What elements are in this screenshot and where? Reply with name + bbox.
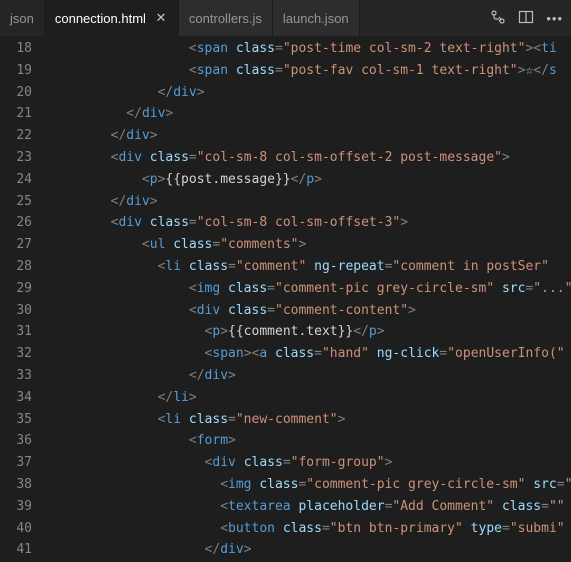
- code-line: <img class="comment-pic grey-circle-sm" …: [48, 474, 571, 496]
- line-number: 31: [0, 321, 32, 343]
- line-number: 35: [0, 409, 32, 431]
- code-line: <p>{{comment.text}}</p>: [48, 321, 571, 343]
- more-icon[interactable]: •••: [546, 11, 563, 26]
- tab-json[interactable]: json: [0, 0, 45, 36]
- code-line: </div>: [48, 365, 571, 387]
- tab-launch[interactable]: launch.json: [273, 0, 360, 36]
- code-line: <div class="col-sm-8 col-sm-offset-2 pos…: [48, 147, 571, 169]
- line-number: 41: [0, 539, 32, 561]
- tab-connection[interactable]: connection.html ✕: [45, 0, 179, 36]
- line-number: 18: [0, 38, 32, 60]
- code-line: <div class="col-sm-8 col-sm-offset-3">: [48, 212, 571, 234]
- line-number: 40: [0, 518, 32, 540]
- line-number: 23: [0, 147, 32, 169]
- line-number: 25: [0, 191, 32, 213]
- line-number: 20: [0, 82, 32, 104]
- tab-label: json: [10, 11, 34, 26]
- code-line: <form>: [48, 430, 571, 452]
- compare-changes-icon[interactable]: [490, 9, 506, 28]
- code-line: </div>: [48, 191, 571, 213]
- line-number: 22: [0, 125, 32, 147]
- code-line: <span><a class="hand" ng-click="openUser…: [48, 343, 571, 365]
- code-line: </div>: [48, 125, 571, 147]
- line-number: 33: [0, 365, 32, 387]
- close-icon[interactable]: ✕: [154, 10, 168, 26]
- code-line: </div>: [48, 82, 571, 104]
- line-number: 38: [0, 474, 32, 496]
- code-line: <textarea placeholder="Add Comment" clas…: [48, 496, 571, 518]
- tab-actions: •••: [482, 0, 571, 36]
- code-line: <div class="comment-content">: [48, 300, 571, 322]
- line-number: 32: [0, 343, 32, 365]
- line-number: 37: [0, 452, 32, 474]
- code-line: </li>: [48, 387, 571, 409]
- code-line: <p>{{post.message}}</p>: [48, 169, 571, 191]
- line-number: 39: [0, 496, 32, 518]
- code-line: <li class="comment" ng-repeat="comment i…: [48, 256, 571, 278]
- split-editor-icon[interactable]: [518, 9, 534, 28]
- tab-label: connection.html: [55, 11, 146, 26]
- line-number: 19: [0, 60, 32, 82]
- code-line: <img class="comment-pic grey-circle-sm" …: [48, 278, 571, 300]
- code-line: <ul class="comments">: [48, 234, 571, 256]
- editor-tabs: json connection.html ✕ controllers.js la…: [0, 0, 571, 36]
- tab-controllers[interactable]: controllers.js: [179, 0, 273, 36]
- line-gutter: 18 19 20 21 22 23 24 25 26 27 28 29 30 3…: [0, 36, 48, 562]
- code-line: </div>: [48, 539, 571, 561]
- code-editor[interactable]: 18 19 20 21 22 23 24 25 26 27 28 29 30 3…: [0, 36, 571, 562]
- code-area[interactable]: <span class="post-time col-sm-2 text-rig…: [48, 36, 571, 562]
- line-number: 34: [0, 387, 32, 409]
- line-number: 27: [0, 234, 32, 256]
- line-number: 36: [0, 430, 32, 452]
- tab-label: launch.json: [283, 11, 349, 26]
- code-line: <button class="btn btn-primary" type="su…: [48, 518, 571, 540]
- line-number: 30: [0, 300, 32, 322]
- code-line: <span class="post-fav col-sm-1 text-righ…: [48, 60, 571, 82]
- code-line: <span class="post-time col-sm-2 text-rig…: [48, 38, 571, 60]
- line-number: 26: [0, 212, 32, 234]
- line-number: 24: [0, 169, 32, 191]
- tab-label: controllers.js: [189, 11, 262, 26]
- code-line: <li class="new-comment">: [48, 409, 571, 431]
- code-line: </div>: [48, 103, 571, 125]
- code-line: <div class="form-group">: [48, 452, 571, 474]
- line-number: 21: [0, 103, 32, 125]
- line-number: 28: [0, 256, 32, 278]
- line-number: 29: [0, 278, 32, 300]
